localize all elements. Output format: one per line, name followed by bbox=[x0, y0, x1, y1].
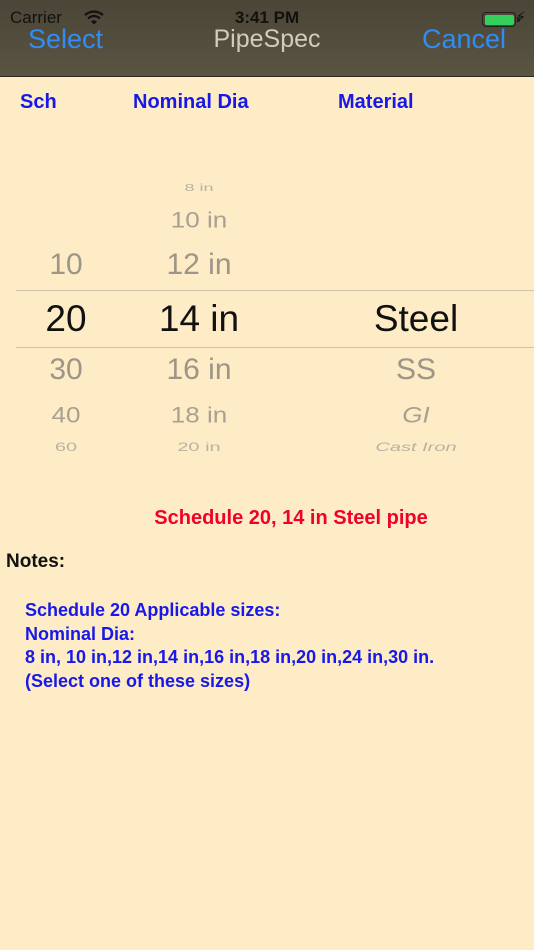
schedule-option[interactable]: 60 bbox=[16, 441, 116, 454]
cancel-button[interactable]: Cancel bbox=[422, 24, 506, 55]
diameter-option[interactable]: 18 in bbox=[124, 402, 274, 428]
schedule-option[interactable]: 30 bbox=[16, 353, 116, 387]
selection-result: Schedule 20, 14 in Steel pipe bbox=[154, 507, 428, 529]
material-option[interactable]: GI bbox=[330, 402, 502, 428]
schedule-option-selected[interactable]: 20 bbox=[16, 298, 116, 340]
charging-bolt-icon: ⚡ bbox=[515, 9, 526, 26]
diameter-option[interactable]: 10 in bbox=[124, 207, 274, 233]
nominal-dia-column-header: Nominal Dia bbox=[133, 91, 249, 113]
notes-text: Schedule 20 Applicable sizes: Nominal Di… bbox=[25, 599, 525, 693]
notes-line: Schedule 20 Applicable sizes: bbox=[25, 600, 281, 620]
diameter-option-selected[interactable]: 14 in bbox=[124, 298, 274, 340]
material-option[interactable]: SS bbox=[330, 353, 502, 387]
schedule-option[interactable]: 40 bbox=[16, 402, 116, 428]
notes-line: (Select one of these sizes) bbox=[25, 670, 251, 691]
material-column-header: Material bbox=[338, 91, 414, 113]
diameter-option[interactable]: 12 in bbox=[124, 248, 274, 282]
pipe-spec-picker[interactable]: 10 20 30 40 60 8 in 10 in 12 in 14 in 16… bbox=[0, 150, 534, 470]
selection-indicator-top bbox=[16, 290, 534, 291]
diameter-option[interactable]: 8 in bbox=[124, 182, 274, 193]
notes-label: Notes: bbox=[6, 551, 66, 572]
navigation-bar: Carrier 3:41 PM ⚡ Select PipeSpec Cancel bbox=[0, 0, 534, 77]
schedule-column-header: Sch bbox=[20, 91, 57, 113]
schedule-option[interactable]: 10 bbox=[16, 248, 116, 282]
diameter-option[interactable]: 20 in bbox=[124, 441, 274, 454]
notes-line: Nominal Dia: bbox=[25, 623, 136, 644]
material-option[interactable]: Cast Iron bbox=[330, 441, 502, 454]
notes-line: 8 in, 10 in,12 in,14 in,16 in,18 in,20 i… bbox=[25, 647, 435, 667]
diameter-option[interactable]: 16 in bbox=[124, 353, 274, 387]
selection-indicator-bottom bbox=[16, 347, 534, 348]
material-option-selected[interactable]: Steel bbox=[330, 298, 502, 340]
